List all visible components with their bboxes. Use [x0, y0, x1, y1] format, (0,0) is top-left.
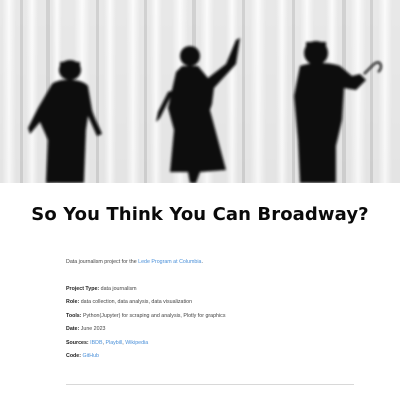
date-value: June 2023	[79, 326, 106, 333]
hero-image	[0, 0, 400, 183]
intro-text: Data journalism project for the Lede Pro…	[66, 259, 400, 265]
lede-program-link[interactable]: Lede Program at Columbia	[138, 259, 201, 265]
playbill-link[interactable]: Playbill	[105, 340, 122, 346]
date-label: Date:	[66, 326, 80, 333]
detail-tools: Tools: Python(Jupyter) for scraping and …	[66, 313, 400, 326]
page-title: So You Think You Can Broadway?	[31, 204, 369, 225]
detail-code: Code: GitHub	[66, 353, 400, 366]
project-details: Project Type: data journalism Role: data…	[66, 286, 400, 366]
project-type-label: Project Type:	[66, 286, 100, 292]
tools-value: Python(Jupyter) for scraping and analysi…	[81, 312, 226, 319]
role-label: Role:	[66, 299, 80, 306]
project-type-value: data journalism	[99, 286, 137, 292]
section-divider	[66, 384, 354, 385]
intro-prefix: Data journalism project for the	[66, 259, 139, 265]
code-label: Code:	[66, 352, 82, 359]
github-link[interactable]: GitHub	[83, 353, 100, 359]
ibdb-link[interactable]: IBDB	[90, 340, 102, 346]
role-value: data collection, data analysis, data vis…	[79, 299, 193, 306]
detail-role: Role: data collection, data analysis, da…	[66, 299, 400, 312]
intro-suffix: .	[201, 259, 203, 265]
tools-label: Tools:	[66, 312, 82, 319]
wikipedia-link[interactable]: Wikipedia	[125, 340, 148, 346]
detail-date: Date: June 2023	[66, 326, 400, 339]
hero-illustration	[0, 0, 400, 183]
sources-label: Sources:	[66, 339, 89, 346]
detail-project-type: Project Type: data journalism	[66, 286, 400, 299]
detail-sources: Sources: IBDB, Playbill, Wikipedia	[66, 340, 400, 353]
